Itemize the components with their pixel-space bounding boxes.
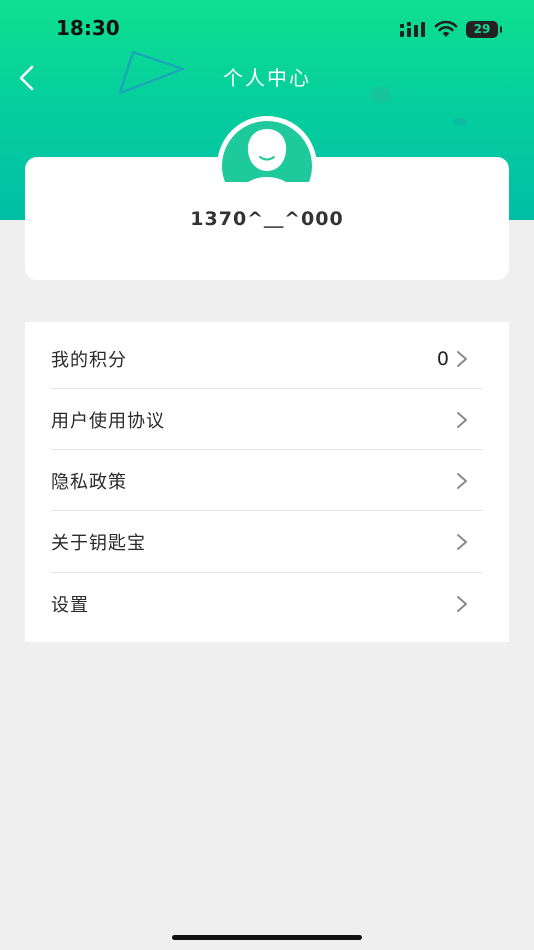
username: 1370^＿^000 (190, 208, 344, 230)
menu-item-privacy-policy[interactable]: 隐私政策 (25, 450, 509, 511)
page-title: 个人中心 (223, 66, 311, 90)
wifi-icon (434, 20, 458, 37)
battery-tip (500, 25, 502, 33)
signal-icon (400, 22, 425, 37)
home-indicator (172, 935, 362, 940)
status-icons: 29 (400, 18, 502, 40)
menu-item-label: 隐私政策 (51, 471, 127, 493)
menu-item-about[interactable]: 关于钥匙宝 (25, 511, 509, 572)
status-bar: 18:30 29 (0, 0, 534, 58)
menu-item-user-agreement[interactable]: 用户使用协议 (25, 389, 509, 450)
chevron-right-icon (457, 533, 467, 550)
menu-list: 我的积分 0 用户使用协议 隐私政策 关于钥匙宝 设置 (25, 322, 509, 642)
status-time: 18:30 (56, 16, 120, 40)
menu-item-label: 关于钥匙宝 (51, 532, 146, 554)
chevron-right-icon (457, 595, 467, 612)
menu-item-settings[interactable]: 设置 (25, 573, 509, 634)
menu-item-label: 我的积分 (51, 349, 127, 371)
points-value: 0 (436, 347, 449, 370)
battery-level: 29 (473, 22, 491, 36)
chevron-right-icon (457, 411, 467, 428)
dot-decoration-icon (453, 118, 467, 126)
menu-item-label: 用户使用协议 (51, 410, 165, 432)
chevron-right-icon (457, 472, 467, 489)
chevron-right-icon (457, 350, 467, 367)
battery-icon: 29 (466, 20, 502, 38)
menu-item-label: 设置 (51, 594, 89, 616)
menu-item-points[interactable]: 我的积分 0 (25, 328, 509, 389)
